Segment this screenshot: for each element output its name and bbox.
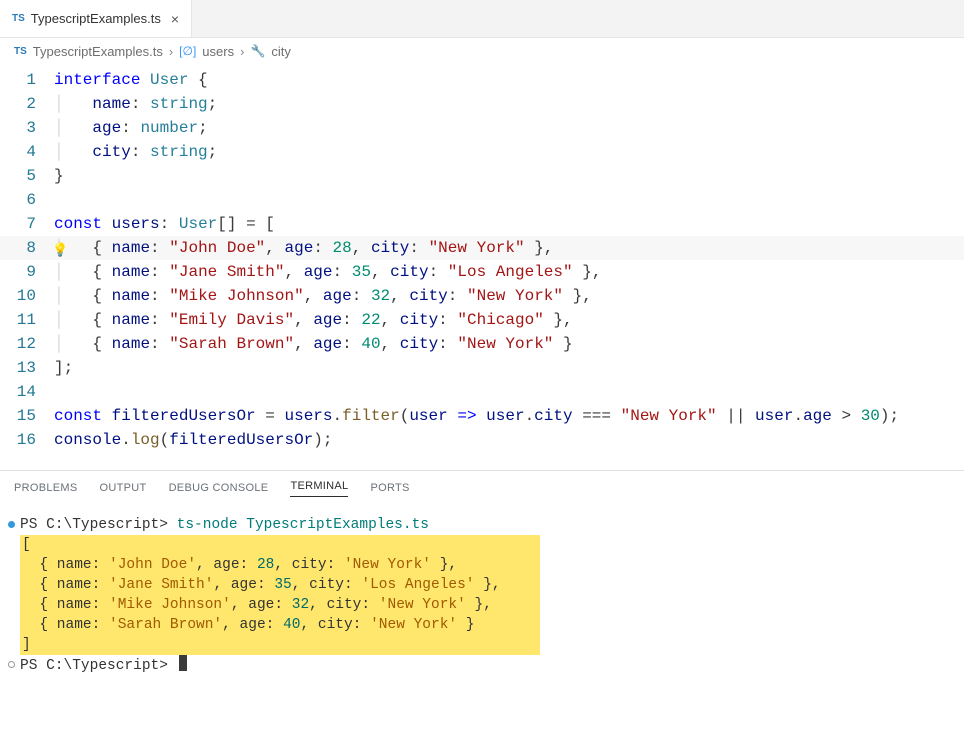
terminal-line: PS C:\Typescript> ts-node TypescriptExam…	[20, 515, 952, 535]
code-line[interactable]: 7const users: User[] = [	[0, 212, 964, 236]
code-content[interactable]: │ { name: "John Doe", age: 28, city: "Ne…	[54, 236, 964, 260]
code-line[interactable]: 8💡│ { name: "John Doe", age: 28, city: "…	[0, 236, 964, 260]
line-number: 5	[0, 164, 54, 188]
line-number: 14	[0, 380, 54, 404]
line-number: 8💡	[0, 236, 54, 260]
code-line[interactable]: 6	[0, 188, 964, 212]
code-line[interactable]: 9│ { name: "Jane Smith", age: 35, city: …	[0, 260, 964, 284]
line-number: 10	[0, 284, 54, 308]
tab-debug-console[interactable]: DEBUG CONSOLE	[169, 482, 269, 494]
line-number: 4	[0, 140, 54, 164]
line-number: 16	[0, 428, 54, 452]
code-content[interactable]: │ name: string;	[54, 92, 964, 116]
chevron-right-icon: ›	[169, 44, 173, 59]
code-content[interactable]: interface User {	[54, 68, 964, 92]
breadcrumb-file[interactable]: TypescriptExamples.ts	[33, 44, 163, 59]
tab-output[interactable]: OUTPUT	[100, 482, 147, 494]
typescript-file-icon: TS	[14, 46, 27, 57]
code-content[interactable]: console.log(filteredUsersOr);	[54, 428, 964, 452]
highlighted-output: { name: 'Sarah Brown', age: 40, city: 'N…	[20, 615, 540, 635]
terminal-output-line: { name: 'Sarah Brown', age: 40, city: 'N…	[20, 615, 952, 635]
typescript-file-icon: TS	[12, 13, 25, 24]
code-editor[interactable]: 1interface User {2│ name: string;3│ age:…	[0, 64, 964, 452]
line-number: 12	[0, 332, 54, 356]
highlighted-output: { name: 'Mike Johnson', age: 32, city: '…	[20, 595, 540, 615]
breadcrumb-symbol-users[interactable]: users	[202, 44, 234, 59]
code-content[interactable]: │ city: string;	[54, 140, 964, 164]
code-content[interactable]: │ age: number;	[54, 116, 964, 140]
code-line[interactable]: 1interface User {	[0, 68, 964, 92]
terminal[interactable]: PS C:\Typescript> ts-node TypescriptExam…	[0, 505, 964, 684]
breadcrumb: TS TypescriptExamples.ts › [∅] users › 🔧…	[0, 38, 964, 64]
terminal-output-line: [	[20, 535, 952, 555]
terminal-cursor	[179, 655, 187, 671]
line-number: 9	[0, 260, 54, 284]
editor-tab-bar: TS TypescriptExamples.ts ×	[0, 0, 964, 38]
code-content[interactable]: │ { name: "Mike Johnson", age: 32, city:…	[54, 284, 964, 308]
code-line[interactable]: 4│ city: string;	[0, 140, 964, 164]
tab-problems[interactable]: PROBLEMS	[14, 482, 78, 494]
tab-terminal[interactable]: TERMINAL	[290, 480, 348, 497]
line-number: 2	[0, 92, 54, 116]
code-line[interactable]: 5}	[0, 164, 964, 188]
highlighted-output: ]	[20, 635, 540, 655]
symbol-property-icon: 🔧	[250, 44, 265, 58]
code-line[interactable]: 13];	[0, 356, 964, 380]
chevron-right-icon: ›	[240, 44, 244, 59]
code-content[interactable]: │ { name: "Emily Davis", age: 22, city: …	[54, 308, 964, 332]
line-number: 3	[0, 116, 54, 140]
status-dot-icon	[8, 661, 15, 668]
highlighted-output: { name: 'John Doe', age: 28, city: 'New …	[20, 555, 540, 575]
line-number: 1	[0, 68, 54, 92]
line-number: 6	[0, 188, 54, 212]
code-line[interactable]: 11│ { name: "Emily Davis", age: 22, city…	[0, 308, 964, 332]
code-line[interactable]: 2│ name: string;	[0, 92, 964, 116]
lightbulb-icon[interactable]: 💡	[52, 239, 68, 263]
terminal-output-line: { name: 'Mike Johnson', age: 32, city: '…	[20, 595, 952, 615]
code-content[interactable]: }	[54, 164, 964, 188]
bottom-panel: PROBLEMS OUTPUT DEBUG CONSOLE TERMINAL P…	[0, 470, 964, 684]
close-icon[interactable]: ×	[171, 11, 179, 27]
highlighted-output: [	[20, 535, 540, 555]
code-line[interactable]: 14	[0, 380, 964, 404]
code-content[interactable]: const filteredUsersOr = users.filter(use…	[54, 404, 964, 428]
code-content[interactable]: │ { name: "Jane Smith", age: 35, city: "…	[54, 260, 964, 284]
terminal-output-line: { name: 'Jane Smith', age: 35, city: 'Lo…	[20, 575, 952, 595]
highlighted-output: { name: 'Jane Smith', age: 35, city: 'Lo…	[20, 575, 540, 595]
tab-filename: TypescriptExamples.ts	[31, 11, 161, 26]
line-number: 15	[0, 404, 54, 428]
status-dot-icon	[8, 521, 15, 528]
code-line[interactable]: 16console.log(filteredUsersOr);	[0, 428, 964, 452]
code-line[interactable]: 10│ { name: "Mike Johnson", age: 32, cit…	[0, 284, 964, 308]
editor-tab[interactable]: TS TypescriptExamples.ts ×	[0, 0, 192, 37]
panel-tab-bar: PROBLEMS OUTPUT DEBUG CONSOLE TERMINAL P…	[0, 471, 964, 505]
code-content[interactable]: const users: User[] = [	[54, 212, 964, 236]
tab-ports[interactable]: PORTS	[370, 482, 409, 494]
symbol-variable-icon: [∅]	[179, 44, 196, 58]
breadcrumb-symbol-city[interactable]: city	[271, 44, 291, 59]
terminal-line: PS C:\Typescript>	[20, 655, 952, 676]
terminal-output-line: ]	[20, 635, 952, 655]
code-line[interactable]: 15const filteredUsersOr = users.filter(u…	[0, 404, 964, 428]
code-content[interactable]: ];	[54, 356, 964, 380]
terminal-output-line: { name: 'John Doe', age: 28, city: 'New …	[20, 555, 952, 575]
line-number: 11	[0, 308, 54, 332]
code-line[interactable]: 12│ { name: "Sarah Brown", age: 40, city…	[0, 332, 964, 356]
line-number: 7	[0, 212, 54, 236]
line-number: 13	[0, 356, 54, 380]
code-content[interactable]: │ { name: "Sarah Brown", age: 40, city: …	[54, 332, 964, 356]
code-line[interactable]: 3│ age: number;	[0, 116, 964, 140]
